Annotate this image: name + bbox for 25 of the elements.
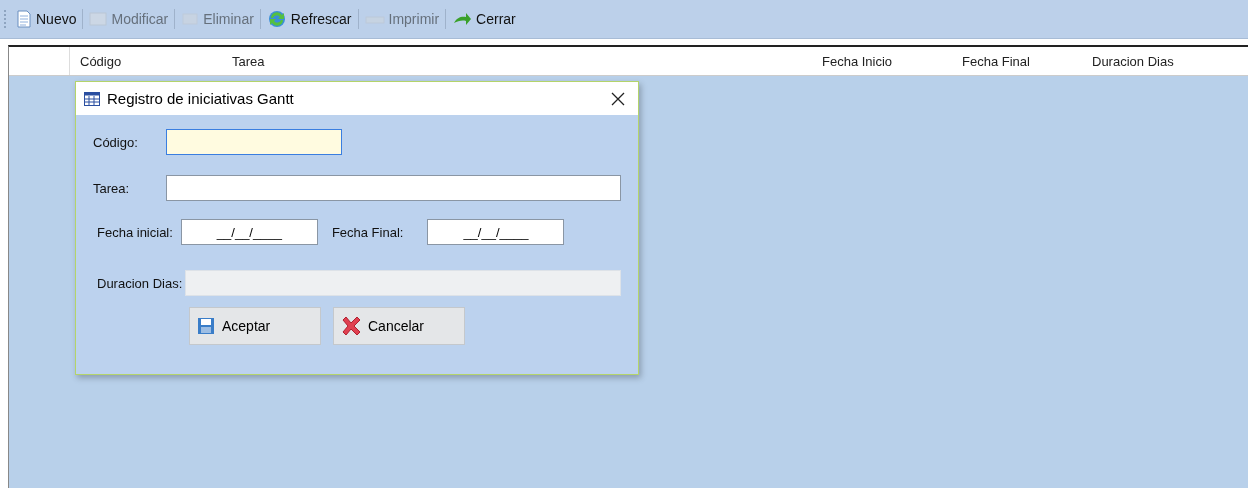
column-header[interactable]: Duracion Dias [1092,53,1222,69]
field-label: Fecha Final: [331,224,404,240]
field-label: Código: [93,134,139,150]
toolbar-button[interactable]: Nuevo [13,8,80,30]
input-field[interactable] [166,175,621,201]
column-header[interactable]: Código [70,53,222,69]
input-field[interactable]: __/__/____ [427,219,565,245]
input-field[interactable] [166,129,342,155]
table-icon [84,91,100,106]
field-label: Duracion Dias: [97,275,183,291]
document-icon [16,10,32,28]
toolbar-button[interactable]: Cerrar [449,9,519,29]
cross-icon [340,315,362,337]
arrow-icon [452,11,473,27]
column-header[interactable]: Fecha Inicio [812,53,962,69]
dialog-button[interactable]: Cancelar [333,307,465,345]
dialog-button[interactable]: Aceptar [189,307,321,345]
refresh-icon [266,9,287,29]
dialog-title: Registro de iniciativas Gantt [107,90,295,107]
input-field[interactable]: __/__/____ [180,219,318,245]
column-header[interactable]: Tarea [222,53,812,69]
field-label: Fecha inicial: [97,224,173,240]
column-header[interactable]: Fecha Final [962,53,1092,69]
field-label: Tarea: [93,180,131,196]
toolbar-button[interactable]: Refrescar [263,7,355,31]
